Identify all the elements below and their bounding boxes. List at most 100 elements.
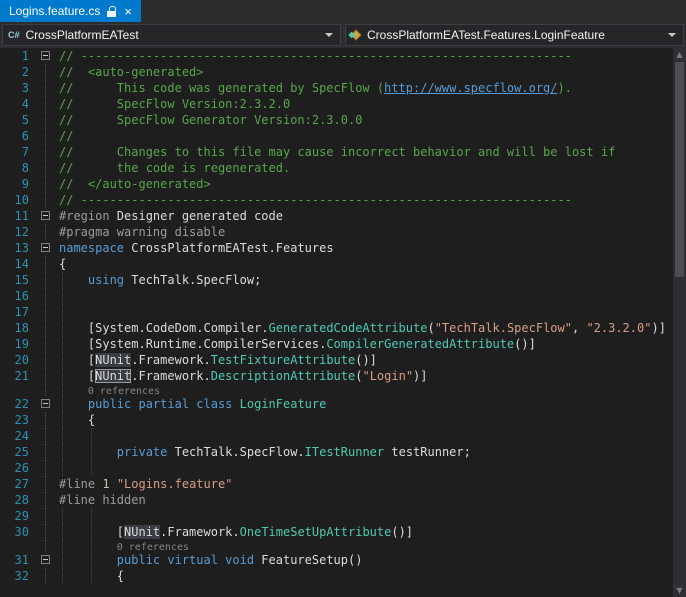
line-number: 32 bbox=[14, 569, 29, 583]
code-text bbox=[54, 460, 686, 476]
fold-margin-cell bbox=[38, 352, 54, 368]
fold-collapse-marker[interactable] bbox=[41, 555, 50, 564]
fold-margin-cell bbox=[38, 96, 54, 112]
code-text: 0 references bbox=[54, 540, 686, 552]
chevron-down-icon[interactable] bbox=[325, 33, 333, 37]
token: "Logins.feature" bbox=[116, 477, 233, 491]
indent-guide bbox=[62, 412, 63, 428]
code-text: { bbox=[54, 412, 686, 428]
tab-logins-feature-cs[interactable]: Logins.feature.cs × bbox=[0, 0, 141, 22]
fold-collapse-marker[interactable] bbox=[41, 243, 50, 252]
code-text: // <auto-generated> bbox=[54, 64, 686, 80]
csharp-project-icon: C# bbox=[8, 30, 20, 40]
token: "TechTalk.SpecFlow" bbox=[434, 321, 572, 335]
indent-guide bbox=[62, 272, 63, 288]
token: // -------------------------------------… bbox=[59, 49, 572, 63]
token: #line bbox=[59, 477, 103, 491]
token: #pragma warning disable bbox=[59, 225, 226, 239]
code-editor[interactable]: 1 // ------------------------------------… bbox=[0, 48, 686, 597]
code-line: 24 bbox=[0, 428, 686, 444]
token: // SpecFlow Generator Version:2.3.0.0 bbox=[59, 113, 363, 127]
member-dropdown[interactable]: CrossPlatformEATest.Features.LoginFeatur… bbox=[345, 24, 684, 46]
token: ). bbox=[557, 81, 572, 95]
token: ( bbox=[427, 321, 435, 335]
token: // </auto-generated> bbox=[59, 177, 211, 191]
code-line: 12 #pragma warning disable bbox=[0, 224, 686, 240]
code-text bbox=[54, 508, 686, 524]
fold-margin-cell bbox=[38, 444, 54, 460]
tab-title: Logins.feature.cs bbox=[9, 4, 101, 18]
token: 1 bbox=[102, 477, 110, 491]
codelens-references[interactable]: 0 references bbox=[88, 386, 160, 396]
vertical-scrollbar[interactable]: ▲ ▼ bbox=[673, 48, 686, 597]
fold-margin-cell bbox=[38, 176, 54, 192]
indent-guide bbox=[62, 444, 63, 460]
indent-guide bbox=[62, 428, 63, 444]
indent-guide bbox=[62, 304, 63, 320]
fold-margin-cell bbox=[38, 160, 54, 176]
token: ()] bbox=[391, 525, 414, 539]
token: http://www.specflow.org/ bbox=[384, 81, 558, 95]
indent-guide bbox=[62, 552, 63, 568]
token: public virtual void bbox=[116, 553, 255, 567]
line-number: 18 bbox=[14, 321, 29, 335]
line-number: 5 bbox=[21, 113, 29, 127]
token: [System.CodeDom.Compiler. bbox=[59, 321, 269, 335]
token: .Framework. bbox=[131, 353, 211, 367]
token: CompilerGeneratedAttribute bbox=[326, 337, 515, 351]
indent-guide bbox=[62, 540, 63, 552]
token: GeneratedCodeAttribute bbox=[268, 321, 428, 335]
indent-guide bbox=[62, 396, 63, 412]
token: // This code was generated by SpecFlow ( bbox=[59, 81, 385, 95]
fold-collapse-marker[interactable] bbox=[41, 211, 50, 220]
token: // Changes to this file may cause incorr… bbox=[59, 145, 616, 159]
chevron-down-icon[interactable] bbox=[668, 33, 676, 37]
token: "Login" bbox=[362, 369, 414, 383]
code-text: { bbox=[54, 256, 686, 272]
code-text bbox=[54, 304, 686, 320]
code-line: 1 // ------------------------------------… bbox=[0, 48, 686, 64]
fold-margin-cell bbox=[38, 208, 54, 224]
token: )] bbox=[651, 321, 666, 335]
code-text: // SpecFlow Version:2.3.2.0 bbox=[54, 96, 686, 112]
scroll-up-icon[interactable]: ▲ bbox=[673, 48, 686, 61]
fold-collapse-marker[interactable] bbox=[41, 51, 50, 60]
project-dropdown[interactable]: C# CrossPlatformEATest bbox=[2, 24, 341, 46]
token: LoginFeature bbox=[239, 397, 327, 411]
code-line: 8 // the code is regenerated. bbox=[0, 160, 686, 176]
code-line: 7 // Changes to this file may cause incor… bbox=[0, 144, 686, 160]
code-line: 21 [NUnit.Framework.DescriptionAttribute… bbox=[0, 368, 686, 384]
code-text: [System.CodeDom.Compiler.GeneratedCodeAt… bbox=[54, 320, 686, 336]
line-number: 13 bbox=[14, 241, 29, 255]
fold-margin-cell bbox=[38, 384, 54, 396]
line-number: 4 bbox=[21, 97, 29, 111]
code-line: 25 private TechTalk.SpecFlow.ITestRunner… bbox=[0, 444, 686, 460]
token: using bbox=[87, 273, 125, 287]
codelens-references[interactable]: 0 references bbox=[117, 542, 189, 552]
code-line: 27 #line 1 "Logins.feature" bbox=[0, 476, 686, 492]
code-text: // </auto-generated> bbox=[54, 176, 686, 192]
indent-guide bbox=[62, 352, 63, 368]
close-icon[interactable]: × bbox=[123, 5, 133, 18]
code-text bbox=[54, 288, 686, 304]
code-line: 2 // <auto-generated> bbox=[0, 64, 686, 80]
line-number: 9 bbox=[21, 177, 29, 191]
code-line: 3 // This code was generated by SpecFlow … bbox=[0, 80, 686, 96]
code-text: // This code was generated by SpecFlow (… bbox=[54, 80, 686, 96]
scroll-down-icon[interactable]: ▼ bbox=[673, 584, 686, 597]
scrollbar-thumb[interactable] bbox=[675, 62, 684, 277]
indent-guide bbox=[62, 368, 63, 384]
indent-guide bbox=[62, 336, 63, 352]
token: NUnit bbox=[124, 525, 161, 539]
indent-guide bbox=[62, 460, 63, 476]
line-number: 2 bbox=[21, 65, 29, 79]
fold-collapse-marker[interactable] bbox=[41, 399, 50, 408]
line-number: 7 bbox=[21, 145, 29, 159]
token: #region bbox=[59, 209, 110, 223]
token: [ bbox=[59, 353, 96, 367]
code-text: // bbox=[54, 128, 686, 144]
fold-margin-cell bbox=[38, 192, 54, 208]
